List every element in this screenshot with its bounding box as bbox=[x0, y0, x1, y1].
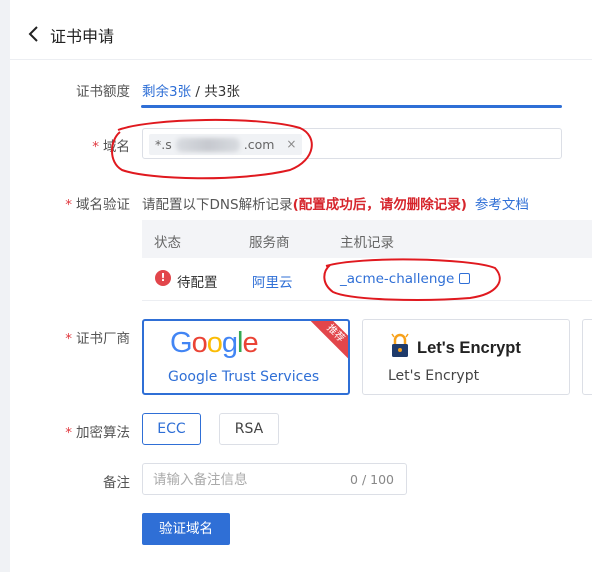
vendor-card-google[interactable]: Google Google Trust Services 推荐 bbox=[142, 319, 350, 395]
dns-label: * 域名验证 bbox=[65, 197, 130, 213]
column-provider: 服务商 bbox=[249, 235, 290, 251]
vendor-card-letsencrypt[interactable]: Let's Encrypt Let's Encrypt bbox=[362, 319, 570, 395]
table-row: ! 待配置 阿里云 _acme-challenge bbox=[142, 258, 592, 301]
dns-record-table: 状态 服务商 主机记录 ! 待配置 阿里云 _acme-challenge bbox=[142, 220, 592, 301]
letsencrypt-logo: Let's Encrypt bbox=[417, 339, 521, 357]
domain-input[interactable]: *.s .com × bbox=[142, 128, 562, 159]
copy-icon[interactable] bbox=[459, 273, 471, 284]
exclamation-circle-icon: ! bbox=[155, 270, 171, 286]
page-header: 证书申请 bbox=[10, 10, 592, 60]
remark-input[interactable] bbox=[153, 470, 343, 490]
column-host: 主机记录 bbox=[340, 235, 394, 251]
domain-tag: *.s .com × bbox=[149, 134, 303, 155]
vendor-card-partial[interactable] bbox=[582, 319, 592, 395]
table-header: 状态 服务商 主机记录 bbox=[142, 220, 592, 258]
domain-tag-prefix: *.s bbox=[155, 137, 172, 152]
required-mark: * bbox=[65, 197, 72, 213]
required-mark: * bbox=[65, 331, 72, 347]
algorithm-ecc-button[interactable]: ECC bbox=[142, 413, 201, 445]
required-mark: * bbox=[65, 425, 72, 441]
google-logo: Google bbox=[170, 327, 259, 359]
vendor-name-google: Google Trust Services bbox=[168, 369, 320, 385]
remark-field[interactable]: 0 / 100 bbox=[142, 463, 407, 495]
quota-total: / 共3张 bbox=[191, 84, 240, 100]
vendor-label: * 证书厂商 bbox=[65, 331, 130, 347]
column-status: 状态 bbox=[154, 235, 181, 251]
chevron-left-icon[interactable] bbox=[26, 25, 42, 43]
dns-hint-text: 请配置以下DNS解析记录 bbox=[142, 197, 293, 213]
remark-label: 备注 bbox=[103, 475, 130, 491]
provider-link[interactable]: 阿里云 bbox=[252, 271, 293, 291]
recommend-badge: 推荐 bbox=[308, 321, 348, 361]
quota-remain: 剩余3张 bbox=[142, 84, 192, 100]
quota-label: 证书额度 bbox=[76, 84, 130, 100]
status-text: 待配置 bbox=[177, 275, 218, 291]
dns-warning: (配置成功后，请勿删除记录) bbox=[292, 197, 467, 213]
host-record-text: _acme-challenge bbox=[340, 271, 455, 287]
verify-domain-button[interactable]: 验证域名 bbox=[142, 513, 230, 545]
close-icon[interactable]: × bbox=[286, 134, 296, 155]
quota-value: 剩余3张 / 共3张 bbox=[142, 80, 240, 100]
algorithm-rsa-button[interactable]: RSA bbox=[219, 413, 279, 445]
reference-doc-link[interactable]: 参考文档 bbox=[475, 197, 529, 213]
domain-tag-suffix: .com bbox=[243, 137, 275, 152]
algorithm-label: * 加密算法 bbox=[65, 425, 130, 441]
char-counter: 0 / 100 bbox=[350, 472, 394, 487]
domain-label: * 域名 bbox=[92, 139, 130, 155]
vendor-name-letsencrypt: Let's Encrypt bbox=[388, 368, 480, 384]
quota-progress-bar bbox=[141, 105, 562, 108]
redacted-text bbox=[175, 137, 240, 152]
page-title: 证书申请 bbox=[50, 27, 115, 46]
dns-hint: 请配置以下DNS解析记录(配置成功后，请勿删除记录) 参考文档 bbox=[142, 193, 529, 213]
host-record[interactable]: _acme-challenge bbox=[340, 271, 471, 287]
padlock-icon bbox=[391, 333, 409, 357]
required-mark: * bbox=[92, 139, 99, 155]
